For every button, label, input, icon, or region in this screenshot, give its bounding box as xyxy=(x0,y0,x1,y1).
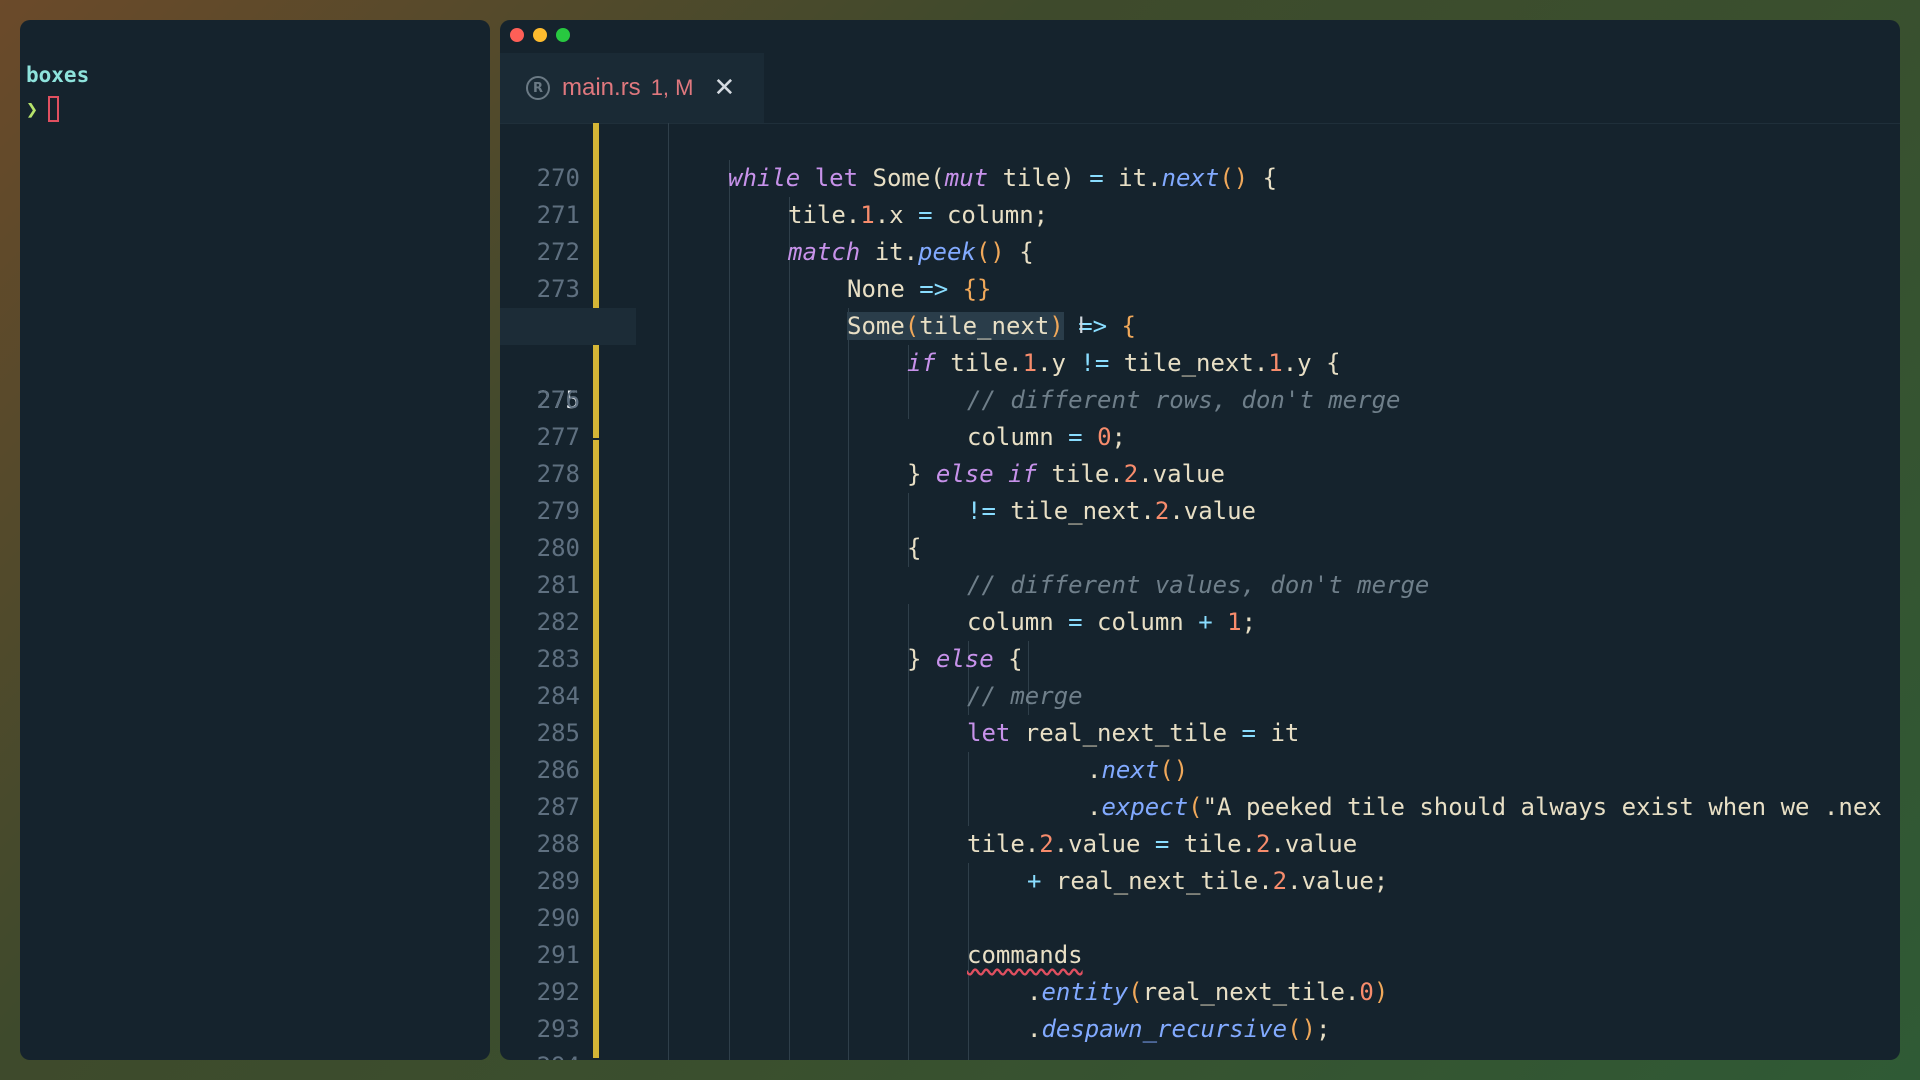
code-text: { xyxy=(907,534,922,562)
code-text: .next() xyxy=(1087,756,1189,784)
code-line: 293 .entity(real_next_tile.0) xyxy=(500,974,1900,1043)
code-text: tile.1.x = column; xyxy=(788,201,1049,229)
code-text: column = 0; xyxy=(967,423,1126,451)
code-text: .despawn_recursive(); xyxy=(1027,1015,1331,1043)
code-line-current: 275 Some(tile_next) => { I xyxy=(500,308,1900,414)
code-line: 281 { xyxy=(500,530,1900,599)
code-text: // different rows, don't merge xyxy=(967,386,1401,414)
code-line: 287 .next() xyxy=(500,752,1900,821)
code-line: 283 column = column + 1; xyxy=(500,604,1900,673)
code-line: 288 .expect("A peeked tile should always… xyxy=(500,789,1900,858)
code-line: 290 + real_next_tile.2.value; xyxy=(500,863,1900,932)
window-controls xyxy=(510,28,570,42)
line-number: 294 xyxy=(500,1048,580,1060)
tab-bar: R main.rs 1, M ✕ xyxy=(500,53,1900,124)
code-line: 292 commands xyxy=(500,937,1900,1006)
code-line: 270 xyxy=(500,123,1900,192)
terminal-pane[interactable]: boxes ❯ xyxy=(20,20,490,1060)
code-line: 285 // merge xyxy=(500,678,1900,747)
code-text: .entity(real_next_tile.0) xyxy=(1027,978,1389,1006)
code-text: Some(tile_next) => { xyxy=(847,312,1137,340)
code-text: // different values, don't merge xyxy=(967,571,1430,599)
code-text: if tile.1.y != tile_next.1.y { xyxy=(907,349,1341,377)
terminal-cursor xyxy=(48,96,60,122)
code-line: 291 xyxy=(500,900,1900,969)
code-line: 284 } else { xyxy=(500,641,1900,710)
code-text: } else { xyxy=(907,645,1023,673)
code-line: 271 while let Some(mut tile) = it.next()… xyxy=(500,160,1900,229)
code-line: 286 let real_next_tile = it xyxy=(500,715,1900,784)
code-text: commands xyxy=(967,937,1083,974)
code-text: // merge xyxy=(967,682,1083,710)
code-text: .expect("A peeked tile should always exi… xyxy=(1087,793,1882,821)
code-line: 282 // different values, don't merge xyxy=(500,567,1900,636)
code-line: 277 // different rows, don't merge xyxy=(500,382,1900,451)
error-squiggle: commands xyxy=(967,941,1083,969)
text-cursor-icon: I xyxy=(1078,314,1085,339)
code-text: != tile_next.2.value xyxy=(967,497,1257,525)
terminal-prompt-line[interactable]: ❯ xyxy=(26,92,484,126)
tab-filename: main.rs xyxy=(562,74,641,101)
code-line: 272 tile.1.x = column; xyxy=(500,197,1900,266)
code-text: match it.peek() { xyxy=(788,238,1034,266)
close-icon[interactable]: ✕ xyxy=(713,73,735,103)
code-text: None => {} xyxy=(847,275,992,303)
code-line: 280 != tile_next.2.value xyxy=(500,493,1900,562)
code-text: let real_next_tile = it xyxy=(967,719,1300,747)
maximize-window-button[interactable] xyxy=(556,28,570,42)
code-line: 273 match it.peek() { xyxy=(500,234,1900,303)
code-line: 276 if tile.1.y != tile_next.1.y { xyxy=(500,345,1900,414)
code-line: 278 column = 0; xyxy=(500,419,1900,488)
code-line: 279 } else if tile.2.value xyxy=(500,456,1900,525)
code-line: 294 .despawn_recursive(); xyxy=(500,1011,1900,1060)
code-editor-window: R main.rs 1, M ✕ 270 271 while let Some(… xyxy=(500,20,1900,1060)
close-window-button[interactable] xyxy=(510,28,524,42)
rust-file-icon: R xyxy=(526,76,550,100)
code-text: column = column + 1; xyxy=(967,608,1257,636)
minimize-window-button[interactable] xyxy=(533,28,547,42)
tab-main-rs[interactable]: R main.rs 1, M ✕ xyxy=(500,53,764,123)
code-line: 274 None => {} xyxy=(500,271,1900,340)
code-area[interactable]: 270 271 while let Some(mut tile) = it.ne… xyxy=(500,123,1900,1060)
tab-status-badge: 1, M xyxy=(650,75,694,100)
code-text: + real_next_tile.2.value; xyxy=(1027,867,1389,895)
code-text: } else if tile.2.value xyxy=(907,460,1225,488)
code-text: while let Some(mut tile) = it.next() { xyxy=(728,164,1278,192)
code-text: tile.2.value = tile.2.value xyxy=(967,830,1358,858)
prompt-chevron-icon: ❯ xyxy=(26,97,39,121)
code-line: 289 tile.2.value = tile.2.value xyxy=(500,826,1900,895)
terminal-directory: boxes xyxy=(26,63,90,87)
